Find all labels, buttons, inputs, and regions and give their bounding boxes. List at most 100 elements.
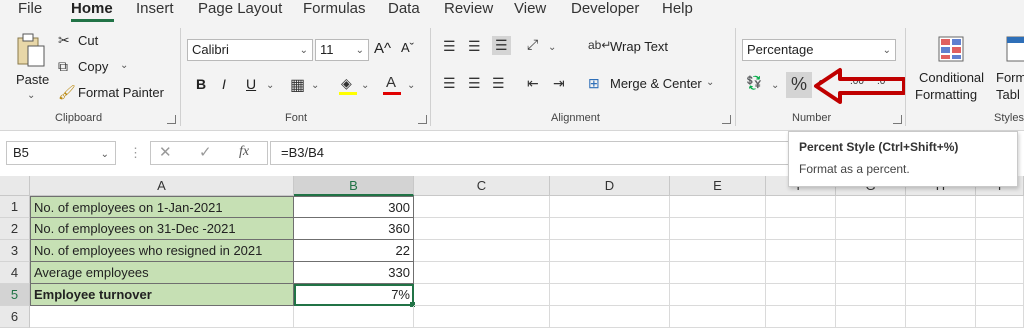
orientation-icon[interactable]: ⤢ bbox=[527, 36, 538, 53]
accounting-format-icon[interactable]: 💱 bbox=[746, 75, 762, 91]
grow-font-button[interactable]: A^ bbox=[374, 40, 391, 57]
empty-cell[interactable] bbox=[414, 262, 550, 284]
increase-indent-icon[interactable]: ⇥ bbox=[553, 75, 565, 92]
empty-cell[interactable] bbox=[976, 284, 1024, 306]
empty-cell[interactable] bbox=[836, 262, 906, 284]
cut-button[interactable]: ✂ Cut bbox=[58, 32, 128, 52]
empty-cell[interactable] bbox=[906, 196, 976, 218]
select-all-corner[interactable] bbox=[0, 176, 30, 196]
font-dialog-launcher[interactable] bbox=[418, 115, 427, 124]
empty-cell[interactable] bbox=[766, 196, 836, 218]
tab-review[interactable]: Review bbox=[444, 0, 493, 18]
empty-cell[interactable] bbox=[670, 262, 766, 284]
cell-a2[interactable]: No. of employees on 31-Dec -2021 bbox=[30, 218, 294, 240]
tab-help[interactable]: Help bbox=[662, 0, 693, 18]
alignment-dialog-launcher[interactable] bbox=[722, 115, 731, 124]
clipboard-dialog-launcher[interactable] bbox=[167, 115, 176, 124]
empty-cell[interactable] bbox=[836, 284, 906, 306]
font-color-icon[interactable]: A bbox=[386, 74, 396, 91]
font-size-select[interactable]: 11 ⌄ bbox=[315, 39, 369, 61]
empty-cell[interactable] bbox=[906, 306, 976, 328]
empty-cell[interactable] bbox=[906, 284, 976, 306]
italic-button[interactable]: I bbox=[222, 76, 226, 92]
align-top-icon[interactable]: ☰ bbox=[443, 38, 456, 55]
empty-cell[interactable] bbox=[836, 240, 906, 262]
cell-a3[interactable]: No. of employees who resigned in 2021 bbox=[30, 240, 294, 262]
row-header[interactable]: 4 bbox=[0, 262, 30, 284]
row-header[interactable]: 1 bbox=[0, 196, 30, 218]
formula-input[interactable]: =B3/B4 bbox=[270, 141, 790, 165]
cell-b1[interactable]: 300 bbox=[294, 196, 414, 218]
wrap-text-button[interactable]: ab↵ Wrap Text bbox=[588, 38, 678, 58]
tab-page-layout[interactable]: Page Layout bbox=[198, 0, 282, 18]
empty-cell[interactable] bbox=[550, 196, 670, 218]
row-header[interactable]: 6 bbox=[0, 306, 30, 328]
align-center-icon[interactable]: ☰ bbox=[468, 75, 481, 92]
empty-cell[interactable] bbox=[414, 284, 550, 306]
empty-cell[interactable] bbox=[550, 218, 670, 240]
empty-cell[interactable] bbox=[766, 240, 836, 262]
align-left-icon[interactable]: ☰ bbox=[443, 75, 456, 92]
tab-view[interactable]: View bbox=[514, 0, 546, 18]
empty-cell[interactable] bbox=[836, 306, 906, 328]
shrink-font-button[interactable]: Aˇ bbox=[401, 40, 414, 55]
tab-file[interactable]: File bbox=[18, 0, 42, 18]
empty-cell[interactable] bbox=[670, 196, 766, 218]
cell-b3[interactable]: 22 bbox=[294, 240, 414, 262]
merge-center-button[interactable]: ⊞ Merge & Center ⌄ bbox=[588, 75, 718, 95]
cell-a4[interactable]: Average employees bbox=[30, 262, 294, 284]
empty-cell[interactable] bbox=[670, 240, 766, 262]
empty-cell[interactable] bbox=[550, 284, 670, 306]
empty-cell[interactable] bbox=[670, 218, 766, 240]
decrease-indent-icon[interactable]: ⇤ bbox=[527, 75, 539, 92]
align-right-icon[interactable]: ☰ bbox=[492, 75, 505, 92]
percent-style-button[interactable]: % bbox=[786, 72, 812, 98]
align-middle-icon[interactable]: ☰ bbox=[468, 38, 481, 55]
number-dialog-launcher[interactable] bbox=[893, 115, 902, 124]
bold-button[interactable]: B bbox=[196, 76, 206, 92]
cell-b4[interactable]: 330 bbox=[294, 262, 414, 284]
row-header[interactable]: 2 bbox=[0, 218, 30, 240]
empty-cell[interactable] bbox=[414, 196, 550, 218]
tab-developer[interactable]: Developer bbox=[571, 0, 639, 18]
empty-cell[interactable] bbox=[766, 262, 836, 284]
enter-icon[interactable]: ✓ bbox=[199, 143, 212, 161]
empty-cell[interactable] bbox=[976, 218, 1024, 240]
column-header-b[interactable]: B bbox=[294, 176, 414, 196]
column-header-c[interactable]: C bbox=[414, 176, 550, 196]
tab-formulas[interactable]: Formulas bbox=[303, 0, 366, 18]
tab-insert[interactable]: Insert bbox=[136, 0, 174, 18]
column-header-e[interactable]: E bbox=[670, 176, 766, 196]
cell-a5[interactable]: Employee turnover bbox=[30, 284, 294, 306]
empty-cell[interactable] bbox=[414, 240, 550, 262]
empty-cell[interactable] bbox=[976, 262, 1024, 284]
tab-data[interactable]: Data bbox=[388, 0, 420, 18]
empty-cell[interactable] bbox=[906, 262, 976, 284]
empty-cell[interactable] bbox=[906, 218, 976, 240]
borders-icon[interactable]: ▦ bbox=[290, 75, 305, 95]
fill-color-icon[interactable]: ◈ bbox=[341, 75, 352, 92]
row-header[interactable]: 5 bbox=[0, 284, 30, 306]
name-box[interactable]: B5 ⌄ bbox=[6, 141, 116, 165]
format-painter-button[interactable]: 🖌 Format Painter bbox=[58, 84, 168, 104]
column-header-a[interactable]: A bbox=[30, 176, 294, 196]
empty-cell[interactable] bbox=[836, 196, 906, 218]
paste-button[interactable]: Paste ⌄ bbox=[10, 28, 54, 108]
empty-cell[interactable] bbox=[906, 240, 976, 262]
empty-cell[interactable] bbox=[976, 196, 1024, 218]
empty-cell[interactable] bbox=[836, 218, 906, 240]
cell-b5[interactable]: 7% bbox=[294, 284, 414, 306]
conditional-formatting-button[interactable]: Conditional Formatting bbox=[914, 30, 990, 110]
font-name-select[interactable]: Calibri ⌄ bbox=[187, 39, 313, 61]
format-as-table-button[interactable]: Form Tabl bbox=[994, 30, 1024, 110]
column-header-d[interactable]: D bbox=[550, 176, 670, 196]
empty-cell[interactable] bbox=[414, 306, 550, 328]
empty-cell[interactable] bbox=[550, 306, 670, 328]
cancel-icon[interactable]: ✕ bbox=[159, 143, 172, 161]
empty-cell[interactable] bbox=[670, 306, 766, 328]
underline-button[interactable]: U bbox=[246, 76, 256, 92]
empty-cell[interactable] bbox=[414, 218, 550, 240]
align-bottom-icon[interactable]: ☰ bbox=[492, 36, 511, 55]
empty-cell[interactable] bbox=[550, 262, 670, 284]
cell-b6[interactable] bbox=[294, 306, 414, 328]
